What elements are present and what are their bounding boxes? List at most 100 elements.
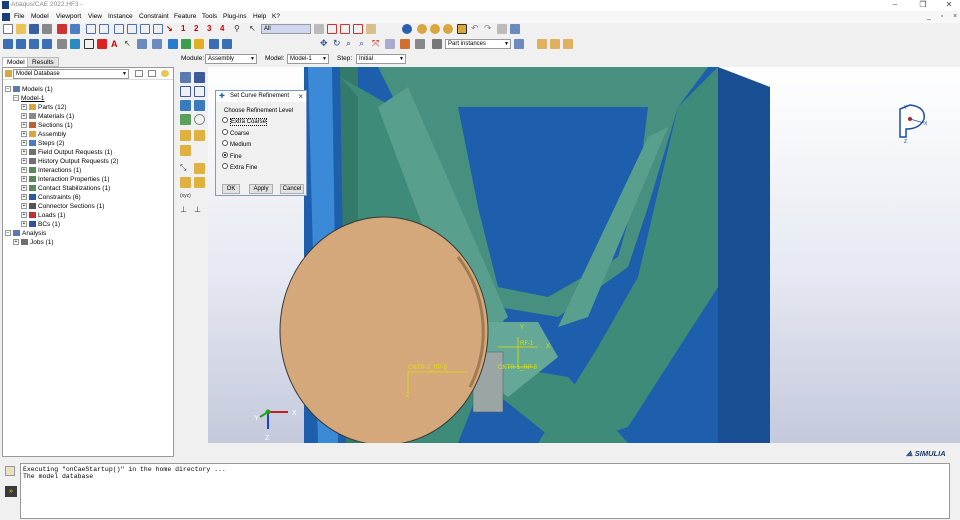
select-from-viewport-icon[interactable] bbox=[314, 24, 324, 34]
view-front-icon[interactable] bbox=[3, 39, 13, 49]
menu-plugins[interactable]: Plug-ins bbox=[223, 13, 246, 20]
shade-3-icon[interactable] bbox=[563, 39, 573, 49]
expand-toggle[interactable]: + bbox=[21, 194, 27, 201]
color-code-icon[interactable] bbox=[514, 39, 524, 49]
tree-item-assembly[interactable]: + Assembly bbox=[21, 131, 66, 140]
select-inside-icon[interactable] bbox=[340, 24, 350, 34]
ok-button[interactable]: OK bbox=[222, 184, 240, 194]
render-icon[interactable] bbox=[97, 39, 107, 49]
menu-view[interactable]: View bbox=[88, 13, 102, 20]
radio-circle-selected[interactable] bbox=[222, 152, 228, 159]
print-icon[interactable] bbox=[42, 24, 52, 34]
redo-icon[interactable]: ↷ bbox=[484, 24, 494, 34]
datum-point-tool-icon[interactable] bbox=[180, 130, 191, 141]
wireframe-icon[interactable] bbox=[70, 39, 80, 49]
model-combo[interactable]: Model-1 ▼ bbox=[287, 54, 329, 64]
pan-icon[interactable]: ✥ bbox=[320, 39, 330, 49]
filter-icon[interactable] bbox=[135, 70, 143, 77]
highlight-icon[interactable] bbox=[161, 70, 169, 77]
tree-item-connector-sections[interactable]: + Connector Sections (1) bbox=[21, 203, 104, 212]
maximize-button[interactable]: ❐ bbox=[914, 0, 932, 11]
grid-icon[interactable] bbox=[510, 24, 520, 34]
select-rect-icon[interactable] bbox=[353, 24, 363, 34]
view-custom-icon[interactable] bbox=[222, 39, 232, 49]
tool-render-3[interactable] bbox=[443, 24, 453, 34]
select-box-icon[interactable] bbox=[86, 24, 96, 34]
tab-results[interactable]: Results bbox=[27, 57, 59, 67]
menu-tools[interactable]: Tools bbox=[202, 13, 217, 20]
fit-view-icon[interactable]: ⤧ bbox=[372, 39, 382, 49]
hidden-line-icon[interactable] bbox=[84, 39, 94, 49]
info-icon[interactable] bbox=[402, 24, 412, 34]
tool-render-active[interactable] bbox=[457, 24, 467, 34]
tree-item-models[interactable]: − Models (1) bbox=[5, 86, 53, 95]
expand-toggle[interactable]: + bbox=[21, 212, 27, 219]
cut-icon[interactable] bbox=[497, 24, 507, 34]
tree-item-parts[interactable]: + Parts (12) bbox=[21, 104, 67, 113]
expression-icon[interactable]: (xyz) bbox=[180, 193, 191, 204]
model-icon[interactable] bbox=[57, 24, 67, 34]
tab-model[interactable]: Model bbox=[2, 57, 30, 67]
tree-item-analysis[interactable]: − Analysis bbox=[5, 230, 46, 239]
select-partial-icon[interactable] bbox=[366, 24, 376, 34]
csys-tool-2-icon[interactable]: ⊥ bbox=[194, 205, 205, 216]
expand-toggle[interactable]: + bbox=[21, 203, 27, 210]
message-log[interactable]: Executing "onCaeStartup()" in the home d… bbox=[20, 463, 950, 519]
expand-toggle[interactable]: + bbox=[13, 239, 19, 246]
dialog-titlebar[interactable]: ✚ Set Curve Refinement × bbox=[216, 91, 306, 102]
viewport[interactable]: CNTR-2_RP-8 CNTR-1_RP-8 RF-1 X Y Z X Y Z… bbox=[208, 67, 960, 443]
text-tool-icon[interactable]: A bbox=[111, 39, 121, 49]
tree-item-contact-stabilizations[interactable]: + Contact Stabilizations (1) bbox=[21, 185, 110, 194]
datum-point-icon[interactable] bbox=[114, 24, 124, 34]
radio-circle[interactable] bbox=[222, 140, 228, 147]
view-back-icon[interactable] bbox=[16, 39, 26, 49]
rotate-instance-icon[interactable] bbox=[194, 86, 205, 97]
datum-axis-tool-icon[interactable] bbox=[194, 130, 205, 141]
replace-icon[interactable] bbox=[432, 39, 442, 49]
module-combo[interactable]: Assembly ▼ bbox=[205, 54, 257, 64]
collapse-toggle[interactable]: − bbox=[5, 86, 11, 93]
translate-icon[interactable] bbox=[180, 86, 191, 97]
menu-instance[interactable]: Instance bbox=[108, 13, 133, 20]
display-group-4[interactable]: 4 bbox=[220, 24, 230, 34]
expand-toggle[interactable]: + bbox=[21, 176, 27, 183]
inner-close-button[interactable]: × bbox=[946, 12, 960, 23]
collapse-toggle[interactable]: − bbox=[5, 230, 11, 237]
tree-item-steps[interactable]: + Steps (2) bbox=[21, 140, 64, 149]
expand-toggle[interactable]: + bbox=[21, 131, 27, 138]
selection-filter-combo[interactable]: All bbox=[261, 24, 311, 34]
tree-item-history-output[interactable]: + History Output Requests (2) bbox=[21, 158, 119, 167]
expand-toggle[interactable]: + bbox=[21, 140, 27, 147]
expand-toggle[interactable]: + bbox=[21, 104, 27, 111]
dialog-close-button[interactable]: × bbox=[298, 91, 303, 102]
display-group-2[interactable]: 2 bbox=[194, 24, 204, 34]
step-combo[interactable]: Initial ▼ bbox=[356, 54, 406, 64]
expand-toggle[interactable]: + bbox=[21, 167, 27, 174]
layout-icon[interactable] bbox=[152, 39, 162, 49]
tree-item-field-output[interactable]: + Field Output Requests (1) bbox=[21, 149, 112, 158]
shade-1-icon[interactable] bbox=[537, 39, 547, 49]
datum-plane-icon[interactable] bbox=[140, 24, 150, 34]
rotate-icon[interactable]: ↻ bbox=[333, 39, 343, 49]
minimize-button[interactable]: – bbox=[886, 0, 904, 11]
collapse-icon[interactable] bbox=[148, 70, 156, 77]
model-database-combo[interactable]: Model Database ▼ bbox=[13, 69, 129, 79]
open-icon[interactable] bbox=[16, 24, 26, 34]
menu-context-help[interactable]: K? bbox=[272, 13, 280, 20]
pointer-icon[interactable]: ↖ bbox=[249, 24, 259, 34]
connector-icon[interactable]: ⚲ bbox=[234, 24, 244, 34]
cube-yellow-icon[interactable] bbox=[194, 39, 204, 49]
display-group-icon[interactable] bbox=[415, 39, 425, 49]
menu-help[interactable]: Help bbox=[253, 13, 266, 20]
wire-tool-icon[interactable]: ⤡ bbox=[180, 163, 191, 174]
radio-extra-coarse[interactable]: Extra Coarse bbox=[222, 117, 268, 127]
camera-icon[interactable] bbox=[57, 39, 67, 49]
menu-file[interactable]: File bbox=[14, 13, 24, 20]
menu-constraint[interactable]: Constraint bbox=[139, 13, 169, 20]
radio-circle[interactable] bbox=[222, 129, 228, 136]
fastener-icon[interactable] bbox=[194, 177, 205, 188]
expand-toggle[interactable]: + bbox=[21, 221, 27, 228]
tree-item-bcs[interactable]: + BCs (1) bbox=[21, 221, 60, 230]
datum-csys-icon[interactable] bbox=[153, 24, 163, 34]
query-tool-icon[interactable] bbox=[400, 39, 410, 49]
